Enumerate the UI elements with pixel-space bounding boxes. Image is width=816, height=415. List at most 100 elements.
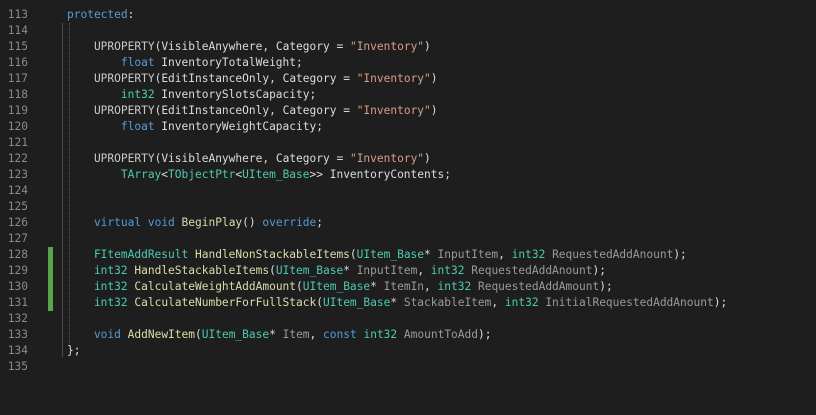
code-line[interactable]: 126 virtual void BeginPlay() override; bbox=[0, 215, 816, 231]
code-token: int32 bbox=[504, 296, 539, 309]
code-token: = bbox=[336, 104, 357, 117]
code-token: float bbox=[67, 56, 155, 69]
code-line[interactable]: 127 bbox=[0, 231, 816, 247]
code-token: float bbox=[67, 120, 155, 133]
code-line[interactable]: 135 bbox=[0, 359, 816, 375]
code-line[interactable]: 114 bbox=[0, 23, 816, 39]
code-line[interactable]: 122 UPROPERTY(VisibleAnywhere, Category … bbox=[0, 151, 816, 167]
change-marker bbox=[48, 263, 53, 279]
code-line[interactable]: 125 bbox=[0, 199, 816, 215]
code-token: UPROPERTY bbox=[67, 152, 155, 165]
line-number: 123 bbox=[7, 168, 28, 181]
code-token: "Inventory" bbox=[356, 72, 431, 85]
code-token: , bbox=[424, 280, 438, 293]
line-number: 127 bbox=[7, 232, 28, 245]
code-token: UPROPERTY bbox=[67, 72, 155, 85]
code-text: void AddNewItem(UItem_Base* Item, const … bbox=[67, 327, 492, 343]
code-text: TArray<TObjectPtr<UItem_Base>> Inventory… bbox=[67, 167, 451, 183]
line-number: 121 bbox=[7, 136, 28, 149]
code-text: int32 CalculateWeightAddAmount(UItem_Bas… bbox=[67, 279, 613, 295]
code-editor[interactable]: 113 protected: 114 115 UPROPERTY(VisibleAny… bbox=[0, 0, 816, 415]
code-token: RequestedAddAnount bbox=[552, 248, 674, 261]
code-line[interactable]: 117 UPROPERTY(EditInstanceOnly, Category… bbox=[0, 71, 816, 87]
code-line[interactable]: 132 bbox=[0, 311, 816, 327]
code-line[interactable]: 123 TArray<TObjectPtr<UItem_Base>> Inven… bbox=[0, 167, 816, 183]
code-token: * bbox=[424, 248, 438, 261]
code-token: = bbox=[336, 72, 357, 85]
line-number: 119 bbox=[7, 104, 28, 117]
code-token: HandleStackableItems bbox=[134, 264, 270, 277]
code-line[interactable]: 120 float InventoryWeightCapacity; bbox=[0, 119, 816, 135]
code-token: "Inventory" bbox=[356, 104, 431, 117]
code-line[interactable]: 124 bbox=[0, 183, 816, 199]
code-token: Category bbox=[275, 40, 330, 53]
code-token: , bbox=[309, 328, 324, 341]
code-token: >> InventoryContents; bbox=[309, 168, 451, 181]
code-token: * bbox=[370, 280, 384, 293]
code-line[interactable]: 113 protected: bbox=[0, 7, 816, 23]
code-token: ); bbox=[592, 264, 606, 277]
code-token: ) bbox=[430, 104, 438, 117]
code-token: ); bbox=[599, 280, 613, 293]
code-text: float InventoryWeightCapacity; bbox=[67, 119, 323, 135]
line-number: 129 bbox=[7, 264, 28, 277]
code-token: FItemAddResult bbox=[67, 248, 189, 261]
code-line[interactable]: 134}; bbox=[0, 343, 816, 359]
code-line[interactable]: 133 void AddNewItem(UItem_Base* Item, co… bbox=[0, 327, 816, 343]
code-text: UPROPERTY(EditInstanceOnly, Category = "… bbox=[67, 71, 438, 87]
code-token: ); bbox=[478, 328, 492, 341]
code-text: int32 HandleStackableItems(UItem_Base* I… bbox=[67, 263, 606, 279]
code-token: ( bbox=[269, 264, 276, 277]
code-token: () bbox=[242, 216, 263, 229]
code-token: ; bbox=[316, 216, 324, 229]
code-token: ( bbox=[195, 328, 202, 341]
line-number: 125 bbox=[7, 200, 28, 213]
code-token: int32 bbox=[511, 248, 546, 261]
code-token: int32 bbox=[67, 264, 128, 277]
line-number: 120 bbox=[7, 120, 28, 133]
code-token: RequestedAddAmount bbox=[477, 280, 600, 293]
code-token: EditInstanceOnly bbox=[161, 72, 270, 85]
code-line[interactable]: 119 UPROPERTY(EditInstanceOnly, Category… bbox=[0, 103, 816, 119]
code-token: void bbox=[147, 216, 175, 229]
code-token: , bbox=[269, 104, 283, 117]
code-token: InputItem bbox=[437, 248, 499, 261]
code-token: UItem_Base bbox=[322, 296, 391, 309]
code-text: int32 CalculateNumberForFullStack(UItem_… bbox=[67, 295, 727, 311]
code-token: * bbox=[343, 264, 357, 277]
code-token: ( bbox=[296, 280, 303, 293]
code-token: * bbox=[269, 328, 283, 341]
code-line[interactable]: 128 FItemAddResult HandleNonStackableIte… bbox=[0, 247, 816, 263]
code-token: }; bbox=[67, 344, 81, 357]
code-token: UPROPERTY bbox=[67, 40, 155, 53]
code-token: InventorySlotsCapacity; bbox=[154, 88, 317, 101]
line-number: 134 bbox=[7, 344, 28, 357]
line-number: 113 bbox=[7, 8, 28, 21]
code-token: override bbox=[262, 216, 317, 229]
code-token: ) bbox=[424, 40, 431, 53]
code-token: UItem_Base bbox=[275, 264, 344, 277]
line-number: 124 bbox=[7, 184, 28, 197]
code-token: ItemIn bbox=[383, 280, 425, 293]
code-token: CalculateNumberForFullStack bbox=[134, 296, 317, 309]
code-text: FItemAddResult HandleNonStackableItems(U… bbox=[67, 247, 687, 263]
code-line[interactable]: 129 int32 HandleStackableItems(UItem_Bas… bbox=[0, 263, 816, 279]
code-token: int32 bbox=[67, 88, 155, 101]
code-token: HandleNonStackableItems bbox=[195, 248, 350, 261]
line-number: 116 bbox=[7, 56, 28, 69]
code-token: virtual bbox=[67, 216, 142, 229]
code-line[interactable]: 118 int32 InventorySlotsCapacity; bbox=[0, 87, 816, 103]
code-line[interactable]: 116 float InventoryTotalWeight; bbox=[0, 55, 816, 71]
code-line[interactable]: 121 bbox=[0, 135, 816, 151]
code-token: void bbox=[67, 328, 121, 341]
code-token: ( bbox=[349, 248, 357, 261]
code-token: * bbox=[390, 296, 404, 309]
line-number: 133 bbox=[7, 328, 28, 341]
code-token: UItem_Base bbox=[201, 328, 270, 341]
code-line[interactable]: 115 UPROPERTY(VisibleAnywhere, Category … bbox=[0, 39, 816, 55]
code-line[interactable]: 131 int32 CalculateNumberForFullStack(UI… bbox=[0, 295, 816, 311]
code-line[interactable]: 130 int32 CalculateWeightAddAmount(UItem… bbox=[0, 279, 816, 295]
line-number: 117 bbox=[7, 72, 28, 85]
